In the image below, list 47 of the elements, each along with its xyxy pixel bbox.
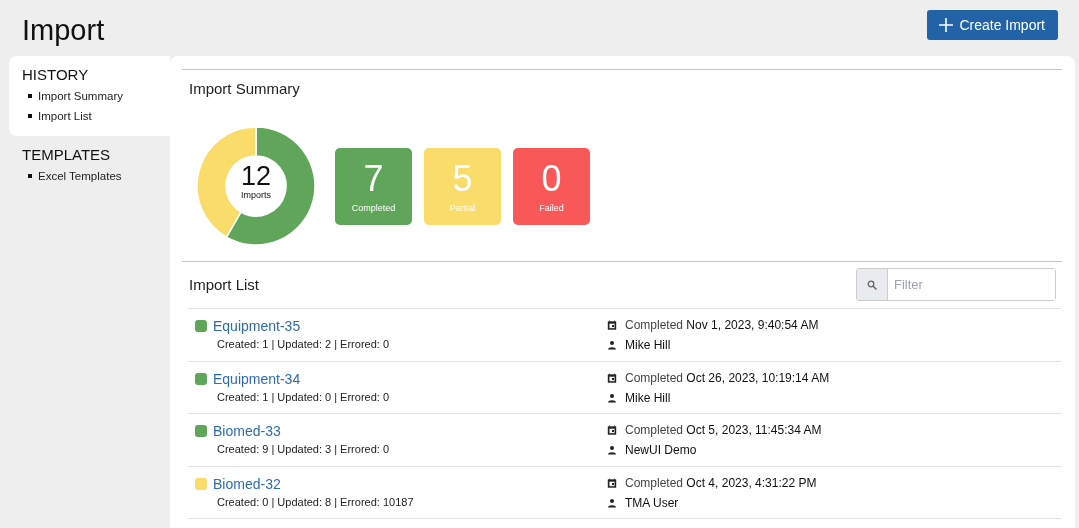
completion-date: Completed Oct 4, 2023, 4:31:22 PM (625, 475, 817, 490)
status-count: 7 (363, 159, 384, 198)
person-icon (607, 340, 617, 350)
status-count: 5 (452, 159, 473, 198)
calendar-icon (607, 477, 617, 488)
completion-date: Completed Oct 5, 2023, 11:45:34 AM (625, 423, 822, 437)
sidebar-link[interactable]: Import Summary (38, 90, 123, 102)
user-name: NewUI Demo (625, 443, 697, 457)
completion-date: Completed Oct 26, 2023, 10:19:14 AM (625, 370, 830, 385)
section-title: Import List (188, 276, 261, 293)
status-label: Failed (539, 202, 564, 213)
import-stats: Created: 9 | Updated: 3 | Errored: 0 (216, 443, 391, 455)
bullet-icon (28, 174, 32, 178)
person-icon (607, 497, 617, 508)
import-link[interactable]: Biomed-33 (213, 423, 281, 439)
import-stats: Created: 1 | Updated: 0 | Errored: 0 (216, 390, 391, 403)
search-icon (867, 279, 877, 290)
section-heading: TEMPLATES (22, 146, 111, 163)
total-count: 12 (240, 162, 271, 190)
total-label: Imports (241, 190, 271, 200)
import-link[interactable]: Equipment-35 (213, 318, 301, 334)
calendar-icon (607, 320, 617, 330)
import-stats: Created: 1 | Updated: 2 | Errored: 0 (216, 338, 391, 350)
section-title: Import Summary (188, 79, 301, 97)
user-name: Mike Hill (625, 338, 671, 352)
bullet-icon (28, 94, 32, 98)
user-name: Mike Hill (625, 390, 671, 405)
user-name: TMA User (625, 495, 679, 510)
import-stats: Created: 0 | Updated: 8 | Errored: 10187 (216, 495, 415, 508)
calendar-icon (607, 372, 617, 383)
person-icon (607, 445, 617, 455)
calendar-icon (607, 425, 617, 435)
person-icon (607, 392, 617, 403)
completion-date: Completed Nov 1, 2023, 9:40:54 AM (625, 318, 819, 332)
status-count: 0 (541, 159, 562, 198)
plus-icon (939, 18, 954, 32)
sidebar-link[interactable]: Excel Templates (38, 170, 122, 182)
status-label: Completed (351, 202, 396, 213)
import-link[interactable]: Equipment-34 (213, 370, 301, 387)
section-heading: HISTORY (22, 66, 89, 83)
page-title: Import (22, 13, 105, 47)
create-import-button[interactable]: Create Import (927, 10, 1058, 40)
filter-field[interactable]: Filter (856, 268, 1056, 301)
status-label: Partial (449, 202, 476, 213)
bullet-icon (28, 114, 32, 118)
sidebar-link[interactable]: Import List (38, 110, 92, 122)
import-link[interactable]: Biomed-32 (213, 475, 281, 492)
